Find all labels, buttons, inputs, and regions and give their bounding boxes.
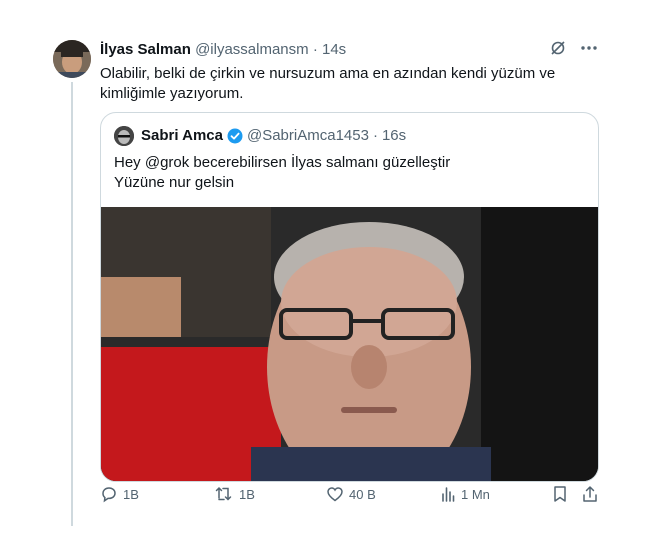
thread-line (71, 82, 73, 526)
grok-icon[interactable] (550, 40, 566, 56)
separator: · (312, 41, 318, 58)
author-handle[interactable]: @ilyassalmansm (195, 41, 309, 58)
views-count: 1 Mn (461, 486, 490, 502)
bookmark-button[interactable] (552, 485, 568, 503)
quote-handle[interactable]: @SabriAmca1453 (247, 127, 369, 144)
share-icon (582, 485, 598, 503)
author-name[interactable]: İlyas Salman (100, 41, 191, 58)
quote-author-name[interactable]: Sabri Amca (141, 127, 223, 144)
quote-separator: · (372, 127, 378, 144)
quoted-tweet[interactable]: Sabri Amca @SabriAmca1453 · 16s Hey @gro… (100, 112, 599, 482)
retweet-button[interactable]: 1B (214, 485, 255, 503)
like-button[interactable]: 40 B (326, 485, 376, 503)
reply-count: 1B (123, 486, 139, 502)
views-icon (440, 486, 456, 502)
quote-text-line-1: Hey @grok becerebilirsen İlyas salmanı g… (114, 154, 451, 171)
retweet-icon (214, 485, 234, 503)
quote-time[interactable]: 16s (382, 127, 406, 144)
quote-avatar (114, 126, 134, 146)
quote-text: Hey @grok becerebilirsen İlyas salmanı g… (114, 153, 450, 193)
avatar[interactable] (53, 40, 91, 78)
bookmark-icon (552, 485, 568, 503)
more-icon[interactable] (580, 45, 598, 51)
tweet-text: Olabilir, belki de çirkin ve nursuzum am… (100, 65, 556, 102)
reply-button[interactable]: 1B (100, 485, 139, 503)
quote-text-line-2: Yüzüne nur gelsin (114, 174, 235, 191)
like-count: 40 B (349, 486, 376, 502)
quote-header: Sabri Amca @SabriAmca1453 · 16s (141, 127, 406, 144)
quote-photo[interactable] (101, 207, 598, 481)
tweet-header: İlyas Salman @ilyassalmansm · 14s (100, 41, 346, 58)
verified-badge-icon (227, 128, 243, 144)
retweet-count: 1B (239, 486, 255, 502)
reply-icon (100, 485, 118, 503)
tweet-top-icons (550, 40, 598, 56)
views-button[interactable]: 1 Mn (440, 486, 490, 502)
tweet-time[interactable]: 14s (322, 41, 346, 58)
heart-icon (326, 485, 344, 503)
share-button[interactable] (582, 485, 598, 503)
